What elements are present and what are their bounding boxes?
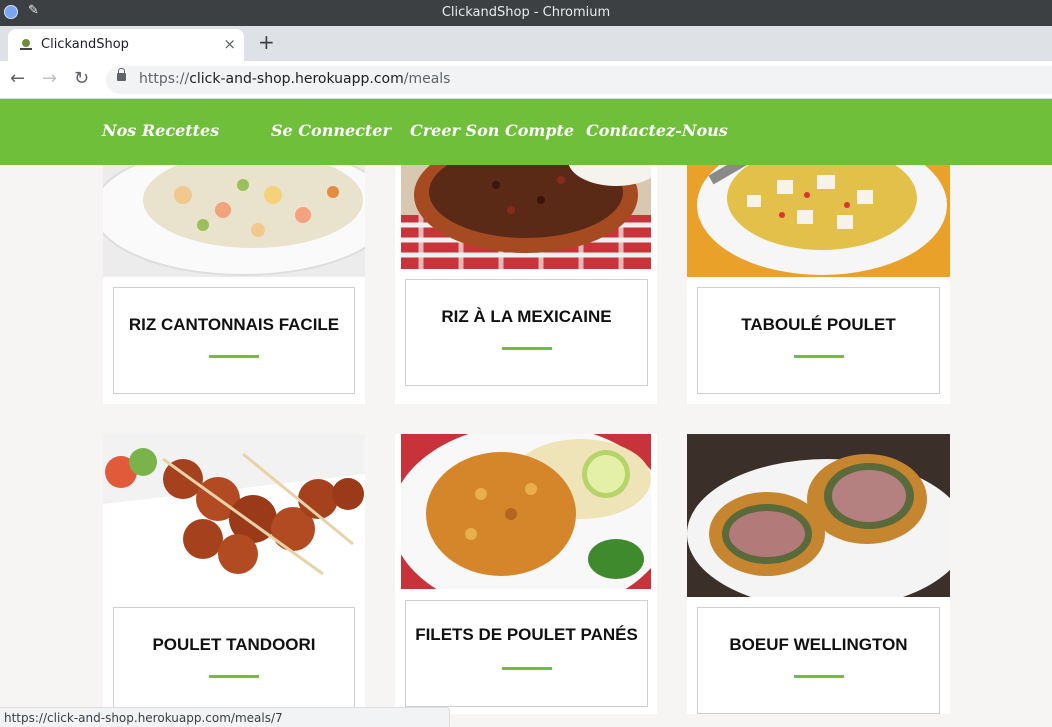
meal-title-box: BOEUF WELLINGTON xyxy=(697,607,940,714)
meal-name[interactable]: RIZ CANTONNAIS FACILE xyxy=(114,315,354,335)
meal-title-box: POULET TANDOORI xyxy=(113,607,355,714)
close-tab-icon[interactable]: × xyxy=(223,35,236,53)
meal-title-box: FILETS DE POULET PANÉS xyxy=(405,600,648,707)
meal-name[interactable]: POULET TANDOORI xyxy=(114,635,354,655)
nav-creer-compte[interactable]: Creer Son Compte xyxy=(410,121,574,140)
tab-title: ClickandShop xyxy=(41,37,129,52)
nav-se-connecter[interactable]: Se Connecter xyxy=(271,121,391,140)
site-navbar: Nos Recettes Se Connecter Creer Son Comp… xyxy=(0,99,1052,165)
title-underline xyxy=(209,675,259,678)
reload-icon[interactable]: ↻ xyxy=(74,68,89,89)
meal-card[interactable]: BOEUF WELLINGTON xyxy=(687,434,950,714)
link-status-bubble: https://click-and-shop.herokuapp.com/mea… xyxy=(0,707,450,727)
meal-title-box: RIZ À LA MEXICAINE xyxy=(405,279,648,386)
meal-image-boeuf-wellington[interactable] xyxy=(687,434,950,597)
url-host: click-and-shop.herokuapp.com xyxy=(189,71,404,87)
lock-icon[interactable] xyxy=(117,68,126,81)
meal-card[interactable]: RIZ À LA MEXICAINE xyxy=(395,140,657,404)
url-path: /meals xyxy=(403,71,451,87)
meal-card[interactable]: TABOULÉ POULET xyxy=(687,140,950,404)
url-scheme: https:// xyxy=(139,71,190,87)
title-underline xyxy=(793,355,844,358)
site-logo-icon xyxy=(20,39,32,50)
meal-name[interactable]: TABOULÉ POULET xyxy=(698,315,939,335)
meal-title-box: TABOULÉ POULET xyxy=(697,287,940,394)
status-url: https://click-and-shop.herokuapp.com/mea… xyxy=(4,711,283,725)
url-text[interactable]: https://click-and-shop.herokuapp.com/mea… xyxy=(139,71,450,87)
meal-title-box: RIZ CANTONNAIS FACILE xyxy=(113,287,355,394)
address-bar[interactable]: https://click-and-shop.herokuapp.com/mea… xyxy=(106,66,1052,94)
back-icon[interactable]: ← xyxy=(10,68,25,89)
meal-name[interactable]: FILETS DE POULET PANÉS xyxy=(406,625,647,645)
meal-image-filets-poulet-panes[interactable] xyxy=(401,434,651,589)
meal-card[interactable]: POULET TANDOORI xyxy=(103,434,365,714)
title-underline xyxy=(501,667,552,670)
meal-name[interactable]: BOEUF WELLINGTON xyxy=(698,635,939,655)
meal-card[interactable]: RIZ CANTONNAIS FACILE xyxy=(103,140,365,404)
forward-icon[interactable]: → xyxy=(42,68,57,89)
window-title: ClickandShop - Chromium xyxy=(441,5,611,20)
meal-name[interactable]: RIZ À LA MEXICAINE xyxy=(406,307,647,327)
nav-nos-recettes[interactable]: Nos Recettes xyxy=(102,121,219,140)
browser-toolbar: ← → ↻ https://click-and-shop.herokuapp.c… xyxy=(0,61,1052,99)
meal-card[interactable]: FILETS DE POULET PANÉS xyxy=(395,434,657,714)
title-underline xyxy=(501,347,552,350)
tab-strip: ClickandShop × + xyxy=(0,26,1052,61)
meal-image-poulet-tandoori[interactable] xyxy=(103,434,365,597)
nav-contactez-nous[interactable]: Contactez-Nous xyxy=(586,121,728,140)
title-underline xyxy=(793,675,844,678)
new-tab-button[interactable]: + xyxy=(258,30,275,54)
window-titlebar: ✎ ClickandShop - Chromium xyxy=(0,0,1052,26)
title-underline xyxy=(209,355,259,358)
tab-clickandshop[interactable]: ClickandShop × xyxy=(8,29,244,61)
